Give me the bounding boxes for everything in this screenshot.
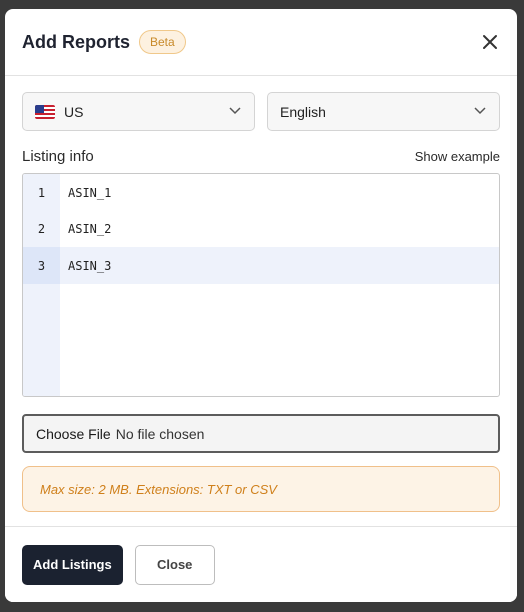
modal-body: US English Listing info Show example 1 A…	[5, 76, 517, 512]
chevron-down-icon	[229, 107, 241, 115]
close-icon[interactable]	[481, 33, 499, 51]
add-reports-modal: Add Reports Beta US English Listing info…	[5, 9, 517, 602]
add-listings-button[interactable]: Add Listings	[22, 544, 123, 585]
choose-file-button[interactable]: Choose File	[36, 426, 111, 442]
show-example-link[interactable]: Show example	[415, 149, 500, 164]
notice-text: Max size: 2 MB. Extensions: TXT or CSV	[40, 481, 277, 497]
line-number: 1	[37, 185, 46, 200]
file-input[interactable]: Choose File No file chosen	[22, 414, 500, 453]
file-status: No file chosen	[115, 425, 205, 442]
modal-header: Add Reports Beta	[5, 9, 517, 76]
line-number: 3	[23, 247, 60, 284]
file-limits-notice: Max size: 2 MB. Extensions: TXT or CSV	[22, 466, 500, 512]
listing-label-row: Listing info Show example	[22, 147, 500, 165]
editor-line-active: 3 ASIN_3	[23, 247, 499, 284]
line-number: 2	[37, 221, 46, 236]
select-row: US English	[22, 92, 500, 131]
line-text: ASIN_2	[68, 221, 112, 236]
listing-editor[interactable]: 1 ASIN_1 2 ASIN_2 3 ASIN_3	[22, 173, 500, 397]
country-select[interactable]: US	[22, 92, 255, 131]
listing-info-label: Listing info	[22, 147, 94, 165]
language-select[interactable]: English	[267, 92, 500, 131]
close-button[interactable]: Close	[134, 544, 215, 585]
beta-badge: Beta	[139, 30, 186, 54]
modal-footer: Add Listings Close	[5, 526, 517, 602]
line-text: ASIN_3	[68, 258, 112, 273]
us-flag-icon	[35, 104, 55, 119]
editor-line: 1 ASIN_1	[23, 174, 499, 211]
country-value: US	[64, 103, 84, 120]
editor-line: 2 ASIN_2	[23, 210, 499, 247]
line-text: ASIN_1	[68, 185, 112, 200]
language-value: English	[280, 103, 326, 120]
modal-title: Add Reports	[22, 31, 130, 52]
chevron-down-icon	[474, 107, 486, 115]
